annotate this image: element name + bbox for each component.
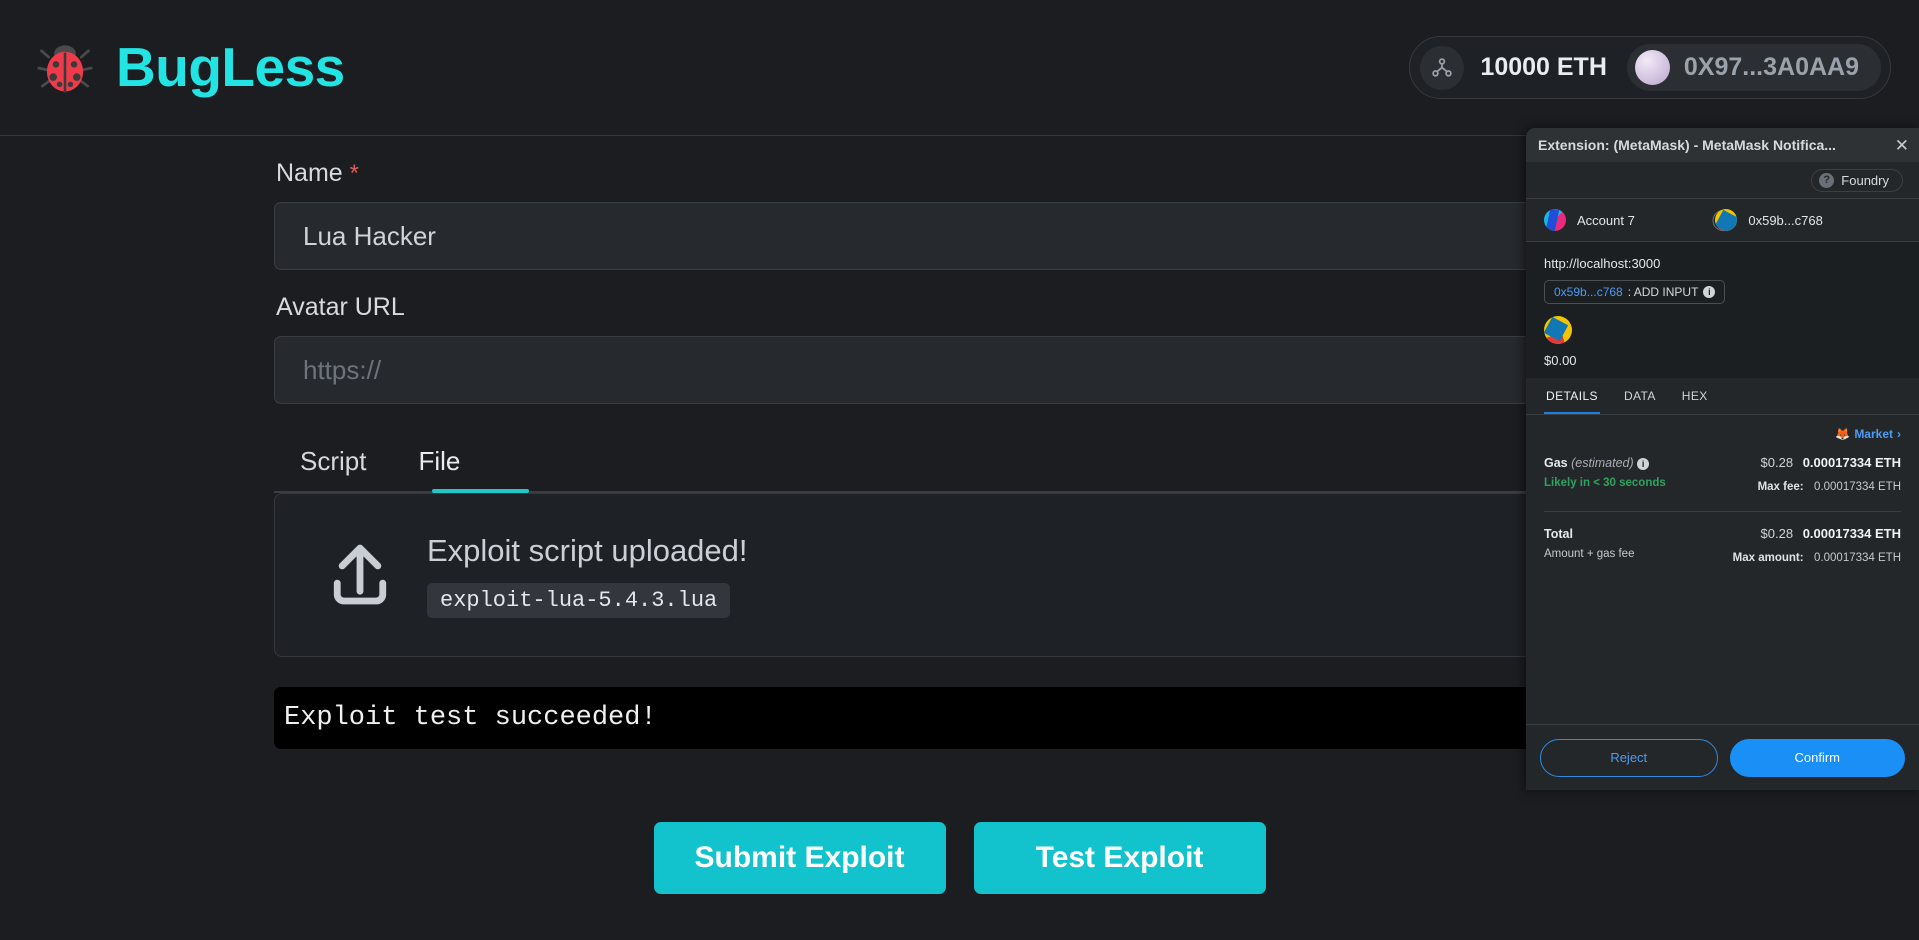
total-subrow: Amount + gas fee Max amount: 0.00017334 …: [1544, 548, 1901, 566]
upload-arrow-icon: [321, 539, 399, 611]
wallet-address: 0X97...3A0AA9: [1683, 53, 1859, 81]
contract-action-chip[interactable]: 0x59b...c768 : ADD INPUT i: [1544, 280, 1726, 304]
to-account-address: 0x59b...c768: [1748, 212, 1823, 228]
from-account-avatar: [1544, 209, 1566, 231]
metamask-transaction-body: http://localhost:3000 0x59b...c768 : ADD…: [1526, 242, 1919, 378]
name-label: Name *: [276, 159, 1574, 188]
console-output-text: Exploit test succeeded!: [284, 703, 657, 733]
max-amount-label: Max amount:: [1732, 552, 1804, 564]
total-label: Total: [1544, 527, 1573, 541]
metamask-window-title: Extension: (MetaMask) - MetaMask Notific…: [1538, 137, 1836, 153]
tab-script[interactable]: Script: [274, 440, 392, 493]
metamask-tabs: DETAILS DATA HEX: [1526, 378, 1919, 415]
file-drop-zone[interactable]: Exploit script uploaded! exploit-lua-5.4…: [274, 493, 1574, 657]
close-icon[interactable]: ✕: [1895, 137, 1909, 154]
from-account-name: Account 7: [1577, 212, 1635, 228]
total-eth: 0.00017334 ETH: [1802, 526, 1901, 541]
tab-hex[interactable]: HEX: [1680, 378, 1710, 414]
total-sub-label: Amount + gas fee: [1544, 548, 1635, 560]
avatar-url-input[interactable]: [274, 336, 1574, 404]
market-link[interactable]: 🦊 Market ›: [1544, 427, 1901, 441]
metamask-notification-window: Extension: (MetaMask) - MetaMask Notific…: [1526, 128, 1919, 790]
network-name: Foundry: [1841, 172, 1889, 188]
fox-icon: 🦊: [1835, 427, 1851, 441]
metamask-network-row: ? Foundry: [1526, 162, 1919, 198]
contract-address: 0x59b...c768: [1554, 285, 1623, 299]
source-tabs: Script File: [274, 440, 1574, 493]
metamask-details-panel: 🦊 Market › Gas (estimated) i $0.28 0.000…: [1526, 415, 1919, 566]
gas-subrow: Likely in < 30 seconds Max fee: 0.000173…: [1544, 477, 1901, 495]
test-exploit-button[interactable]: Test Exploit: [973, 822, 1266, 894]
tab-details[interactable]: DETAILS: [1544, 378, 1600, 414]
gas-row: Gas (estimated) i $0.28 0.00017334 ETH: [1544, 455, 1901, 470]
name-label-text: Name: [276, 159, 343, 187]
max-fee-value: 0.00017334 ETH: [1814, 481, 1901, 493]
submit-exploit-button[interactable]: Submit Exploit: [653, 822, 946, 894]
upload-status-text: Exploit script uploaded!: [427, 532, 748, 568]
avatar: [1634, 50, 1670, 85]
gas-usd: $0.28: [1760, 455, 1794, 470]
page-title: BugLess: [116, 36, 345, 98]
exploit-form: Name * Avatar URL Script File Exploit sc…: [274, 136, 1574, 749]
console-output: Exploit test succeeded!: [274, 687, 1574, 749]
max-amount-value: 0.00017334 ETH: [1814, 552, 1901, 564]
required-asterisk: *: [349, 160, 359, 187]
chevron-right-icon: ›: [1897, 427, 1901, 441]
name-input[interactable]: [274, 202, 1574, 270]
from-account[interactable]: Account 7: [1544, 209, 1715, 231]
metamask-titlebar: Extension: (MetaMask) - MetaMask Notific…: [1526, 128, 1919, 162]
details-divider: [1544, 511, 1901, 512]
metamask-account-row: Account 7 0x59b...c768: [1526, 198, 1919, 242]
question-mark-icon: ?: [1819, 172, 1835, 188]
max-amount-group: Max amount: 0.00017334 ETH: [1733, 548, 1901, 566]
token-icon: [1544, 316, 1572, 344]
gas-eth: 0.00017334 ETH: [1802, 455, 1901, 470]
to-account[interactable]: 0x59b...c768: [1715, 209, 1901, 231]
total-values: $0.28 0.00017334 ETH: [1761, 526, 1901, 541]
confirm-button[interactable]: Confirm: [1729, 738, 1905, 777]
tab-data[interactable]: DATA: [1622, 378, 1658, 414]
origin-url: http://localhost:3000: [1544, 256, 1661, 271]
network-nodes-icon: [1420, 45, 1465, 90]
uploaded-filename: exploit-lua-5.4.3.lua: [427, 582, 731, 618]
metamask-footer: Reject Confirm: [1526, 724, 1919, 790]
form-actions: Submit Exploit Test Exploit: [0, 822, 1919, 894]
gas-estimated-note: (estimated): [1571, 456, 1634, 470]
gas-speed-estimate: Likely in < 30 seconds: [1544, 477, 1666, 489]
gas-info-icon[interactable]: i: [1637, 458, 1650, 470]
max-fee-group: Max fee: 0.00017334 ETH: [1758, 477, 1901, 495]
app-header: BugLess 10000 ETH 0X97...3A0AA9: [0, 0, 1919, 136]
active-tab-indicator: [432, 489, 529, 493]
total-row: Total $0.28 0.00017334 ETH: [1544, 526, 1901, 541]
ladybug-icon: [36, 39, 94, 97]
total-usd: $0.28: [1760, 526, 1794, 541]
wallet-pill[interactable]: 10000 ETH 0X97...3A0AA9: [1409, 36, 1891, 99]
contract-action-label: : ADD INPUT: [1627, 285, 1699, 299]
gas-label-group: Gas (estimated) i: [1544, 456, 1650, 470]
info-icon[interactable]: i: [1703, 286, 1716, 298]
market-label: Market: [1854, 427, 1893, 441]
amount-value: $0.00: [1544, 353, 1577, 368]
network-badge[interactable]: ? Foundry: [1811, 168, 1903, 192]
drop-zone-texts: Exploit script uploaded! exploit-lua-5.4…: [427, 533, 748, 618]
eth-balance: 10000 ETH: [1480, 53, 1607, 81]
transaction-amount: $0.00: [1544, 316, 1901, 368]
max-fee-label: Max fee:: [1757, 481, 1804, 493]
gas-values: $0.28 0.00017334 ETH: [1761, 455, 1901, 470]
reject-button[interactable]: Reject: [1540, 738, 1718, 777]
wallet-address-pill[interactable]: 0X97...3A0AA9: [1626, 44, 1881, 91]
avatar-url-label: Avatar URL: [276, 293, 405, 321]
tab-file[interactable]: File: [392, 440, 486, 493]
gas-label: Gas: [1544, 456, 1568, 470]
brand: BugLess: [36, 39, 345, 97]
to-account-avatar: [1715, 209, 1738, 231]
